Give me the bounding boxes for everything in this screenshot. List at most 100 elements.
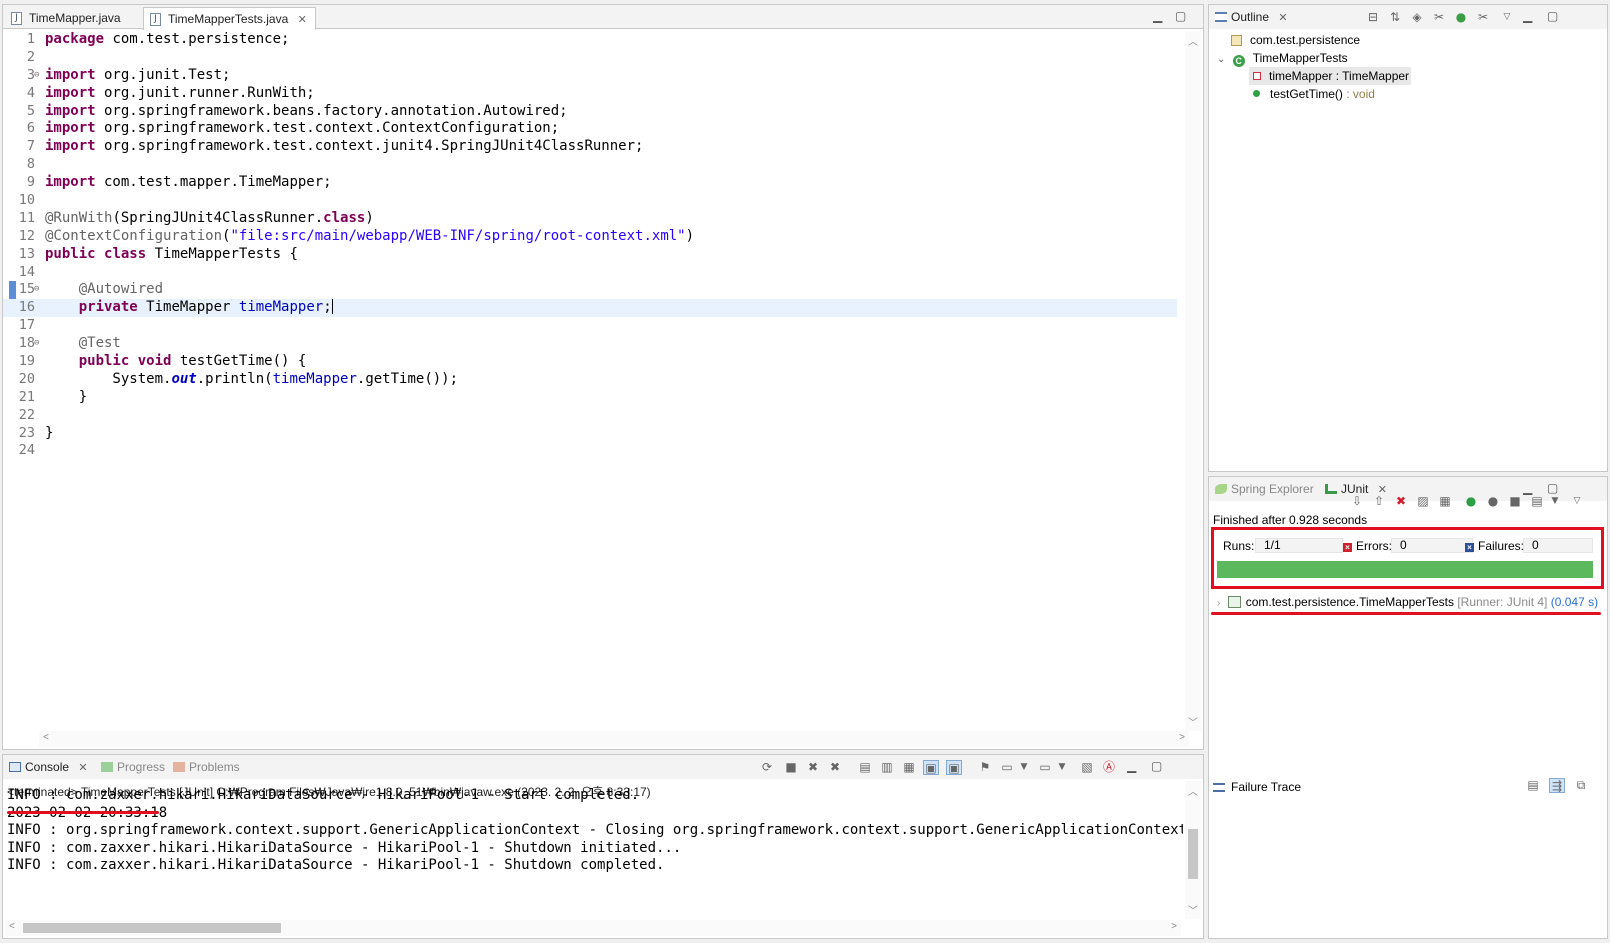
remove-all-icon[interactable]: ✖ — [827, 760, 843, 775]
editor-horizontal-scrollbar[interactable]: < > — [39, 731, 1189, 747]
code-line[interactable]: 19 public void testGetTime() { — [3, 353, 1177, 371]
scroll-lock-icon[interactable]: ▨ — [1415, 494, 1431, 509]
code-line[interactable]: 17 — [3, 317, 1177, 335]
console-line[interactable]: INFO : com.zaxxer.hikari.HikariDataSourc… — [7, 840, 1183, 858]
code-line[interactable]: 20 System.out.println(timeMapper.getTime… — [3, 371, 1177, 389]
code-text[interactable]: import org.springframework.test.context.… — [45, 120, 559, 138]
tab-progress[interactable]: Progress — [101, 760, 165, 774]
rerun-icon[interactable]: ● — [1463, 494, 1479, 509]
scroll-thumb[interactable] — [23, 923, 281, 933]
code-line[interactable]: 3 ⊖ import org.junit.Test; — [3, 67, 1177, 85]
code-editor[interactable]: 1 package com.test.persistence; 2 3 ⊖ import … — [3, 31, 1177, 731]
code-line[interactable]: 5 import org.springframework.beans.factor… — [3, 103, 1177, 121]
outline-field[interactable]: timeMapper : TimeMapper — [1249, 67, 1412, 85]
compare-results-icon[interactable]: ▤ — [1525, 778, 1541, 793]
code-text[interactable]: private TimeMapper timeMapper; — [45, 299, 333, 317]
display-console-icon[interactable]: ▭ — [999, 760, 1015, 775]
code-line[interactable]: 8 — [3, 156, 1177, 174]
code-line[interactable]: 14 — [3, 264, 1177, 282]
code-text[interactable]: import org.junit.Test; — [45, 67, 230, 85]
sort-icon[interactable]: ⇅ — [1387, 10, 1403, 25]
chevron-down-icon[interactable]: ▼ — [1054, 760, 1070, 775]
tab-console[interactable]: Console ✕ — [9, 760, 88, 774]
fold-toggle-icon[interactable]: ⊖ — [34, 335, 39, 353]
console-line[interactable]: 2023-02-02 20:33:18 — [7, 805, 1183, 823]
rerun-failed-icon[interactable]: ● — [1485, 494, 1501, 509]
code-line[interactable]: 21 } — [3, 389, 1177, 407]
minimize-icon[interactable]: ▁ — [1153, 9, 1162, 23]
close-icon[interactable]: ✕ — [78, 762, 87, 774]
console-vertical-scrollbar[interactable]: ︿ ﹀ — [1185, 781, 1201, 919]
code-line[interactable]: 18 ⊖ @Test — [3, 335, 1177, 353]
close-icon[interactable]: ✕ — [1278, 12, 1287, 24]
hide-static-icon[interactable]: ✂ — [1431, 10, 1447, 25]
fold-toggle-icon[interactable]: ⊖ — [34, 67, 39, 85]
code-text[interactable]: @Test — [45, 335, 121, 353]
console-settings-icon[interactable]: ▧ — [1079, 760, 1095, 775]
code-line[interactable]: 4 import org.junit.runner.RunWith; — [3, 85, 1177, 103]
code-line[interactable]: 1 package com.test.persistence; — [3, 31, 1177, 49]
show-on-stderr-icon[interactable]: ▣ — [946, 760, 962, 775]
code-line[interactable]: 10 — [3, 192, 1177, 210]
code-text[interactable]: } — [45, 389, 87, 407]
relaunch-icon[interactable]: ⟳ — [759, 760, 775, 775]
hide-nonpublic-icon[interactable]: ● — [1453, 10, 1469, 25]
outline-method[interactable]: testGetTime() : void — [1253, 87, 1375, 101]
terminate-icon[interactable]: ■ — [783, 760, 799, 775]
code-text[interactable]: public class TimeMapperTests { — [45, 246, 298, 264]
scroll-up-icon[interactable]: ︿ — [1188, 33, 1198, 48]
chevron-down-icon[interactable]: ▼ — [1016, 760, 1032, 775]
code-text[interactable]: } — [45, 425, 53, 443]
scroll-down-icon[interactable]: ﹀ — [1188, 902, 1198, 917]
code-text[interactable]: import org.junit.runner.RunWith; — [45, 85, 315, 103]
code-line[interactable]: 15 ⊖ @Autowired — [3, 281, 1177, 300]
console-horizontal-scrollbar[interactable]: < > — [5, 920, 1181, 936]
scroll-lock-icon[interactable]: ▥ — [879, 760, 895, 775]
close-icon[interactable]: ✕ — [298, 14, 307, 26]
hide-local-types-icon[interactable]: ✂ — [1475, 10, 1491, 25]
code-line[interactable]: 24 — [3, 442, 1177, 460]
tab-spring-explorer[interactable]: Spring Explorer — [1215, 482, 1314, 496]
code-line[interactable]: 16 private TimeMapper timeMapper; — [3, 299, 1177, 318]
code-line[interactable]: 11 @RunWith(SpringJUnit4ClassRunner.class… — [3, 210, 1177, 228]
code-text[interactable]: @ContextConfiguration("file:src/main/web… — [45, 228, 694, 246]
previous-failure-icon[interactable]: ⇧ — [1371, 494, 1387, 509]
minimize-icon[interactable]: ▁ — [1523, 481, 1532, 495]
copy-trace-icon[interactable]: ⧉ — [1573, 778, 1589, 793]
tab-timemapper-java[interactable]: J TimeMapper.java — [5, 7, 129, 29]
scroll-right-icon[interactable]: > — [1171, 921, 1177, 932]
tab-timemappertests-java[interactable]: J TimeMapperTests.java ✕ — [143, 7, 316, 30]
console-line[interactable]: INFO : com.zaxxer.hikari.HikariDataSourc… — [7, 787, 1183, 805]
hide-fields-icon[interactable]: ◈ — [1409, 10, 1425, 25]
outline-package[interactable]: com.test.persistence — [1231, 33, 1360, 47]
maximize-icon[interactable]: ▢ — [1151, 759, 1162, 773]
console-line[interactable]: INFO : org.springframework.context.suppo… — [7, 822, 1183, 840]
open-console-icon[interactable]: ▭ — [1037, 760, 1053, 775]
code-text[interactable]: package com.test.persistence; — [45, 31, 289, 49]
code-text[interactable]: @Autowired — [45, 281, 163, 299]
scroll-down-icon[interactable]: ﹀ — [1188, 714, 1198, 729]
scroll-left-icon[interactable]: < — [9, 921, 15, 932]
scroll-left-icon[interactable]: < — [43, 732, 49, 743]
code-line[interactable]: 7 import org.springframework.test.context… — [3, 138, 1177, 156]
a-icon[interactable]: Ⓐ — [1101, 760, 1117, 775]
code-text[interactable]: public void testGetTime() { — [45, 353, 307, 371]
show-on-stdout-icon[interactable]: ▣ — [923, 760, 939, 775]
chevron-down-icon[interactable]: ▼ — [1547, 494, 1563, 509]
tab-outline[interactable]: Outline ✕ — [1215, 10, 1288, 24]
pin-console-icon[interactable]: ⚑ — [977, 760, 993, 775]
chevron-down-icon[interactable]: ⌄ — [1217, 54, 1225, 65]
code-line[interactable]: 23} — [3, 425, 1177, 443]
history-icon[interactable]: ▦ — [1437, 494, 1453, 509]
editor-vertical-scrollbar[interactable]: ︿ ﹀ — [1185, 31, 1201, 731]
tab-problems[interactable]: Problems — [173, 760, 240, 774]
fold-toggle-icon[interactable]: ⊖ — [34, 281, 39, 299]
filter-stack-icon[interactable]: ⇶ — [1549, 778, 1565, 793]
maximize-icon[interactable]: ▢ — [1547, 9, 1558, 23]
outline-class[interactable]: ⌄ C TimeMapperTests — [1217, 51, 1348, 67]
maximize-icon[interactable]: ▢ — [1547, 481, 1558, 495]
test-run-history-icon[interactable]: ▤ — [1529, 494, 1545, 509]
chevron-down-icon[interactable]: ▽ — [1499, 10, 1515, 25]
code-text[interactable]: @RunWith(SpringJUnit4ClassRunner.class) — [45, 210, 374, 228]
minimize-icon[interactable]: ▁ — [1523, 9, 1532, 23]
